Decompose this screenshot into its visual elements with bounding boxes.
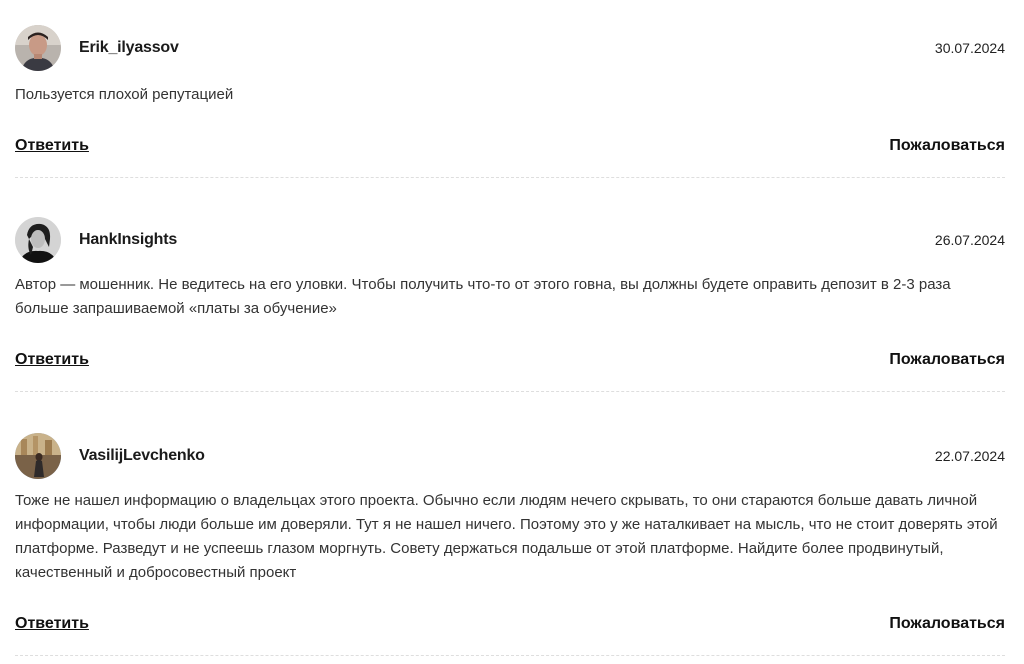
comment-date: 22.07.2024 <box>934 448 1005 464</box>
comment-text: Пользуется плохой репутацией <box>15 86 234 103</box>
comment-divider <box>15 391 1005 392</box>
comment-author[interactable]: Erik_ilyassov <box>79 39 179 57</box>
comment-header: Erik_ilyassov 30.07.2024 <box>15 25 1005 71</box>
user-avatar-icon[interactable] <box>15 433 61 479</box>
report-button[interactable]: Пожаловаться <box>889 351 1005 369</box>
comment-text: Автор — мошенник. Не ведитесь на его уло… <box>15 276 951 317</box>
comment-divider <box>15 177 1005 178</box>
reply-button[interactable]: Ответить <box>15 137 89 155</box>
user-avatar-icon[interactable] <box>15 217 61 263</box>
reply-button[interactable]: Ответить <box>15 351 89 369</box>
comment-actions: Ответить Пожаловаться <box>15 137 1005 161</box>
user-avatar-icon[interactable] <box>15 25 61 71</box>
comment-author[interactable]: VasilijLevchenko <box>79 447 205 465</box>
comment-text: Тоже не нашел информацию о владельцах эт… <box>15 492 998 581</box>
comment-item: HankInsights 26.07.2024 Автор — мошенник… <box>15 217 1005 392</box>
comment-actions: Ответить Пожаловаться <box>15 351 1005 375</box>
comment-header: VasilijLevchenko 22.07.2024 <box>15 433 1005 479</box>
reply-button[interactable]: Ответить <box>15 615 89 633</box>
comment-author[interactable]: HankInsights <box>79 231 177 249</box>
comment-item: VasilijLevchenko 22.07.2024 Тоже не наше… <box>15 433 1005 656</box>
comments-list: Erik_ilyassov 30.07.2024 Пользуется плох… <box>0 0 1024 664</box>
comment-actions: Ответить Пожаловаться <box>15 615 1005 639</box>
report-button[interactable]: Пожаловаться <box>889 615 1005 633</box>
report-button[interactable]: Пожаловаться <box>889 137 1005 155</box>
comment-divider <box>15 655 1005 656</box>
comment-item: Erik_ilyassov 30.07.2024 Пользуется плох… <box>15 25 1005 178</box>
comment-date: 30.07.2024 <box>934 40 1005 56</box>
comment-date: 26.07.2024 <box>934 232 1005 248</box>
comment-header: HankInsights 26.07.2024 <box>15 217 1005 263</box>
